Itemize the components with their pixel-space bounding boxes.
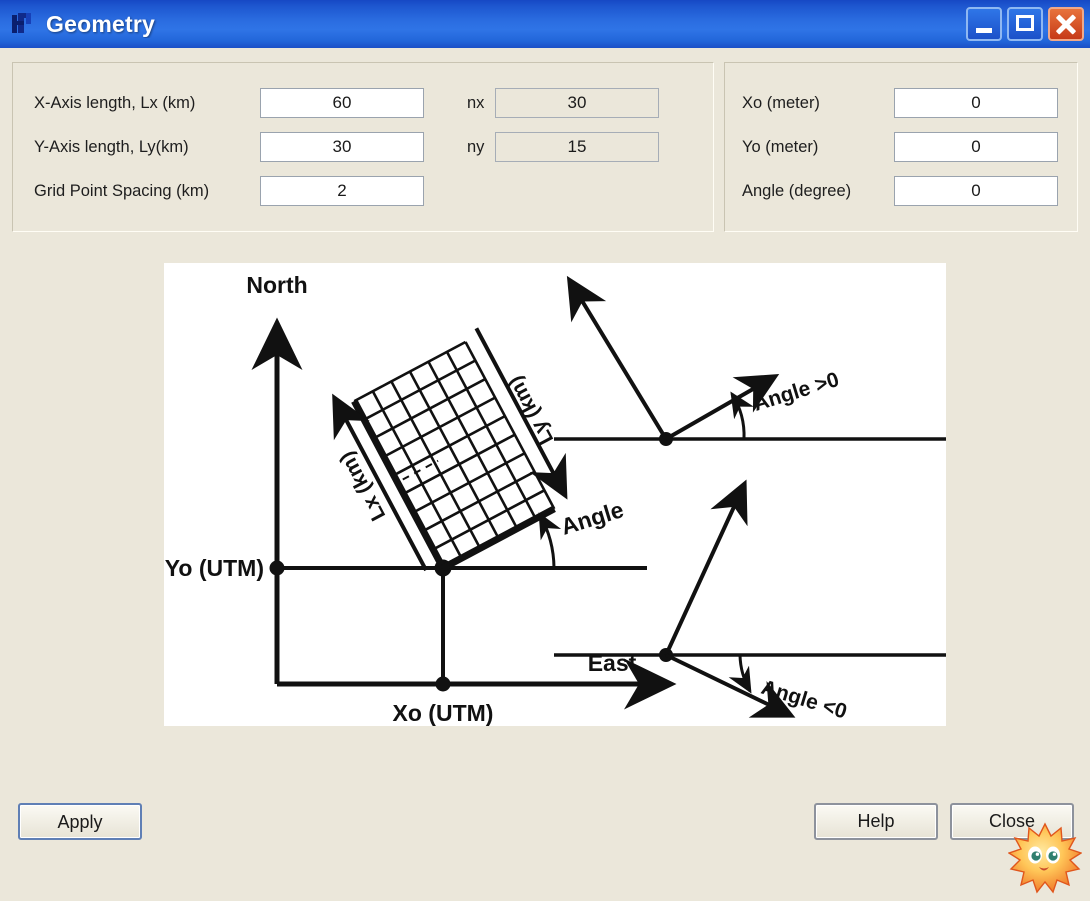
apply-button[interactable]: Apply — [18, 803, 142, 840]
help-button[interactable]: Help — [814, 803, 938, 840]
minimize-icon — [976, 28, 992, 33]
label-ny: ny — [467, 137, 485, 156]
field-row-lx: X-Axis length, Lx (km) 60 — [34, 88, 424, 118]
label-angle-negative: Angle <0 — [759, 676, 850, 724]
field-row-xo: Xo (meter) 0 — [742, 88, 1058, 118]
label-angle: Angle (degree) — [742, 181, 852, 200]
maximize-button[interactable] — [1007, 7, 1043, 41]
label-xo: Xo (meter) — [742, 93, 820, 112]
label-ly: Y-Axis length, Ly(km) — [34, 137, 189, 156]
label-angle-positive: Angle >0 — [751, 368, 842, 416]
field-row-ny: ny 15 — [467, 132, 659, 162]
label-grid-spacing: Grid Point Spacing (km) — [34, 181, 210, 200]
input-yo[interactable]: 0 — [894, 132, 1058, 162]
label-xo-utm: Xo (UTM) — [393, 700, 494, 726]
maximize-icon — [1016, 15, 1034, 31]
app-icon — [10, 11, 36, 37]
input-ny: 15 — [495, 132, 659, 162]
input-grid-spacing[interactable]: 2 — [260, 176, 424, 206]
yo-origin-dot — [269, 560, 285, 576]
label-angle-diagram: Angle — [558, 496, 627, 540]
label-yo-utm: Yo (UTM) — [165, 555, 264, 581]
field-row-ly: Y-Axis length, Ly(km) 30 — [34, 132, 424, 162]
window-controls — [966, 7, 1084, 41]
input-angle[interactable]: 0 — [894, 176, 1058, 206]
field-row-yo: Yo (meter) 0 — [742, 132, 1058, 162]
close-button[interactable]: Close — [950, 803, 1074, 840]
window-titlebar[interactable]: Geometry — [0, 0, 1090, 48]
label-yo: Yo (meter) — [742, 137, 819, 156]
geometry-diagram: Lx (km) Ly (km) Angle North East Yo (UTM… — [164, 263, 946, 726]
field-row-grid-spacing: Grid Point Spacing (km) 2 — [34, 176, 424, 206]
rotated-grid: Lx (km) Ly (km) — [332, 327, 568, 572]
field-row-nx: nx 30 — [467, 88, 659, 118]
label-lx: X-Axis length, Lx (km) — [34, 93, 196, 112]
xo-origin-dot — [435, 676, 451, 692]
window-title: Geometry — [46, 10, 155, 37]
label-nx: nx — [467, 93, 485, 112]
input-xo[interactable]: 0 — [894, 88, 1058, 118]
input-ly[interactable]: 30 — [260, 132, 424, 162]
input-lx[interactable]: 60 — [260, 88, 424, 118]
close-window-button[interactable] — [1048, 7, 1084, 41]
input-nx: 30 — [495, 88, 659, 118]
label-north: North — [246, 272, 307, 298]
minimize-button[interactable] — [966, 7, 1002, 41]
inset-angle-positive: Angle >0 — [554, 275, 946, 446]
field-row-angle: Angle (degree) 0 — [742, 176, 1058, 206]
